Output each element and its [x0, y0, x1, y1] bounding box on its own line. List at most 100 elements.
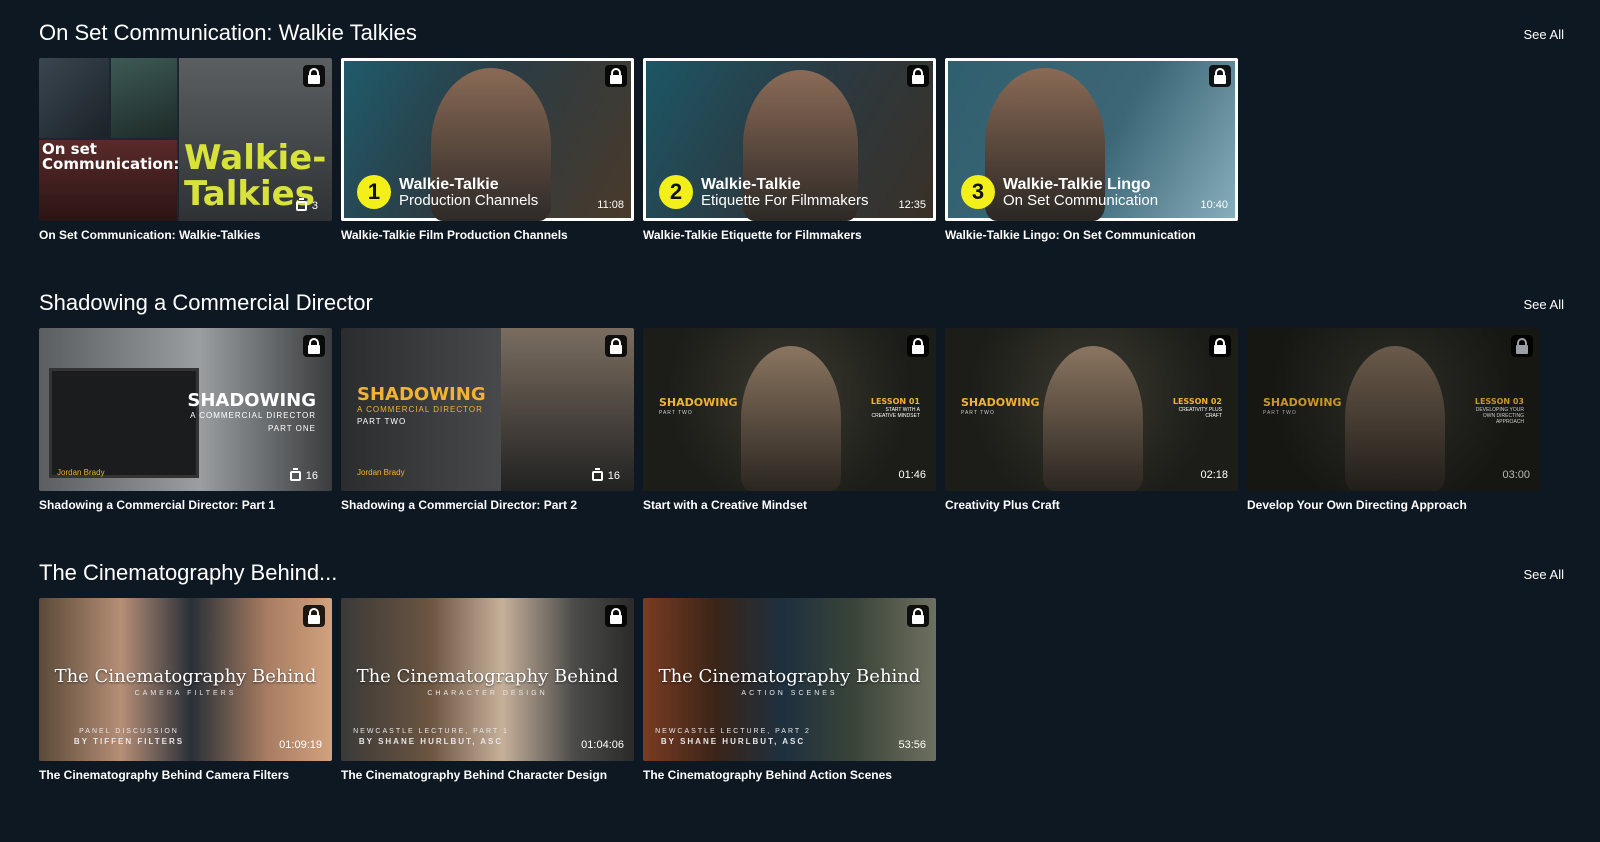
card-title[interactable]: Develop Your Own Directing Approach: [1247, 498, 1540, 512]
video-card[interactable]: SHADOWING PART TWO LESSON 03 DEVELOPING …: [1247, 328, 1540, 512]
lock-icon: [303, 335, 325, 357]
see-all-link[interactable]: See All: [1524, 27, 1564, 42]
lesson-count: 3: [295, 198, 318, 212]
card-title[interactable]: Shadowing a Commercial Director: Part 1: [39, 498, 332, 512]
count-value: 16: [305, 470, 318, 482]
monitor-shape: [49, 368, 199, 478]
duration: 01:04:06: [581, 739, 624, 751]
episode-caption: Walkie-Talkie Production Channels: [399, 177, 538, 209]
card-title[interactable]: On Set Communication: Walkie-Talkies: [39, 228, 332, 242]
lock-icon: [907, 65, 929, 87]
thumbnail[interactable]: SHADOWING A COMMERCIAL DIRECTOR PART ONE…: [39, 328, 332, 491]
duration: 02:18: [1200, 469, 1228, 481]
course-card[interactable]: SHADOWING A COMMERCIAL DIRECTOR PART ONE…: [39, 328, 332, 512]
card-title[interactable]: Walkie-Talkie Etiquette for Filmmakers: [643, 228, 936, 242]
presenter-figure: [1345, 346, 1445, 491]
thumbnail[interactable]: SHADOWING PART TWO LESSON 02 CREATIVITY …: [945, 328, 1238, 491]
video-card[interactable]: 2 Walkie-Talkie Etiquette For Filmmakers…: [643, 58, 936, 242]
overlay-text: LESSON 01: [870, 397, 920, 406]
row-cinematography-behind: The Cinematography Behind... See All The…: [39, 560, 1564, 782]
card-title[interactable]: The Cinematography Behind Character Desi…: [341, 768, 634, 782]
duration: 01:09:19: [279, 739, 322, 751]
overlay-caption: NEWCASTLE LECTURE, PART 2: [655, 728, 811, 735]
episode-caption-line1: Walkie-Talkie: [701, 176, 801, 193]
presenter-figure: [741, 346, 841, 491]
stack-icon: [591, 468, 603, 481]
lock-icon: [907, 605, 929, 627]
video-card[interactable]: SHADOWING PART TWO LESSON 01 START WITH …: [643, 328, 936, 512]
overlay-text: PART TWO: [961, 410, 995, 416]
stack-icon: [289, 468, 301, 481]
overlay-text: LESSON 02: [1172, 397, 1222, 406]
lock-icon: [907, 335, 929, 357]
overlay-byline: BY SHANE HURLBUT, ASC: [358, 737, 504, 746]
overlay-text: Jordan Brady: [357, 468, 405, 477]
overlay-text: PART TWO: [659, 410, 693, 416]
episode-number-badge: 1: [357, 175, 391, 209]
card-title[interactable]: Walkie-Talkie Film Production Channels: [341, 228, 634, 242]
card-row: SHADOWING A COMMERCIAL DIRECTOR PART ONE…: [39, 328, 1564, 528]
lock-icon: [303, 65, 325, 87]
duration: 53:56: [898, 739, 926, 751]
overlay-text: PART ONE: [267, 424, 316, 433]
video-card[interactable]: 3 Walkie-Talkie Lingo On Set Communicati…: [945, 58, 1238, 242]
episode-caption: Walkie-Talkie Etiquette For Filmmakers: [701, 177, 869, 209]
card-title[interactable]: Walkie-Talkie Lingo: On Set Communicatio…: [945, 228, 1238, 242]
video-card[interactable]: 1 Walkie-Talkie Production Channels 11:0…: [341, 58, 634, 242]
video-card[interactable]: The Cinematography Behind CHARACTER DESI…: [341, 598, 634, 782]
card-title[interactable]: Start with a Creative Mindset: [643, 498, 936, 512]
photo-tile: [39, 58, 109, 138]
thumbnail[interactable]: SHADOWING A COMMERCIAL DIRECTOR PART TWO…: [341, 328, 634, 491]
card-title[interactable]: The Cinematography Behind Camera Filters: [39, 768, 332, 782]
see-all-link[interactable]: See All: [1524, 297, 1564, 312]
overlay-byline: BY SHANE HURLBUT, ASC: [660, 737, 806, 746]
overlay-subtitle: CAMERA FILTERS: [134, 690, 237, 697]
video-card[interactable]: The Cinematography Behind ACTION SCENES …: [643, 598, 936, 782]
overlay-text: Jordan Brady: [57, 468, 105, 477]
episode-caption-line2: Etiquette For Filmmakers: [701, 192, 869, 209]
course-card[interactable]: SHADOWING A COMMERCIAL DIRECTOR PART TWO…: [341, 328, 634, 512]
row-walkie-talkies: On Set Communication: Walkie Talkies See…: [39, 20, 1564, 242]
card-title[interactable]: Creativity Plus Craft: [945, 498, 1238, 512]
overlay-text: SHADOWING: [961, 396, 1040, 409]
card-title[interactable]: The Cinematography Behind Action Scenes: [643, 768, 936, 782]
episode-caption-line2: Production Channels: [399, 192, 539, 209]
see-all-link[interactable]: See All: [1524, 567, 1564, 582]
photo-tile: [111, 58, 177, 138]
card-row: The Cinematography Behind CAMERA FILTERS…: [39, 598, 1564, 798]
row-header: The Cinematography Behind... See All: [39, 560, 1564, 600]
thumbnail[interactable]: 2 Walkie-Talkie Etiquette For Filmmakers…: [643, 58, 936, 221]
overlay-caption: PANEL DISCUSSION: [79, 728, 179, 735]
duration: 10:40: [1200, 199, 1228, 211]
thumbnail[interactable]: On set Communication: Walkie- Talkies 3: [39, 58, 332, 221]
card-title[interactable]: Shadowing a Commercial Director: Part 2: [341, 498, 634, 512]
duration: 01:46: [898, 469, 926, 481]
thumbnail[interactable]: 1 Walkie-Talkie Production Channels 11:0…: [341, 58, 634, 221]
card-row: On set Communication: Walkie- Talkies 3 …: [39, 58, 1564, 258]
thumbnail[interactable]: The Cinematography Behind CHARACTER DESI…: [341, 598, 634, 761]
row-header: Shadowing a Commercial Director See All: [39, 290, 1564, 330]
episode-caption-line2: On Set Communication: [1003, 192, 1159, 209]
video-card[interactable]: SHADOWING PART TWO LESSON 02 CREATIVITY …: [945, 328, 1238, 512]
overlay-text: START WITH A CREATIVE MINDSET: [871, 407, 920, 419]
presenter-figure: [1043, 346, 1143, 491]
video-card[interactable]: The Cinematography Behind CAMERA FILTERS…: [39, 598, 332, 782]
episode-caption: Walkie-Talkie Lingo On Set Communication: [1003, 177, 1158, 209]
count-value: 16: [607, 470, 620, 482]
overlay-byline: BY TIFFEN FILTERS: [73, 737, 185, 746]
overlay-title: The Cinematography Behind: [54, 666, 317, 687]
lock-icon: [1209, 335, 1231, 357]
thumbnail[interactable]: The Cinematography Behind CAMERA FILTERS…: [39, 598, 332, 761]
overlay-text: Communication:: [42, 155, 180, 173]
lock-icon: [605, 335, 627, 357]
thumbnail[interactable]: SHADOWING PART TWO LESSON 01 START WITH …: [643, 328, 936, 491]
course-card[interactable]: On set Communication: Walkie- Talkies 3 …: [39, 58, 332, 242]
episode-number-badge: 3: [961, 175, 995, 209]
thumbnail[interactable]: The Cinematography Behind ACTION SCENES …: [643, 598, 936, 761]
thumbnail[interactable]: SHADOWING PART TWO LESSON 03 DEVELOPING …: [1247, 328, 1540, 491]
row-shadowing-director: Shadowing a Commercial Director See All …: [39, 290, 1564, 512]
row-title: On Set Communication: Walkie Talkies: [39, 20, 417, 45]
row-header: On Set Communication: Walkie Talkies See…: [39, 20, 1564, 60]
thumbnail[interactable]: 3 Walkie-Talkie Lingo On Set Communicati…: [945, 58, 1238, 221]
row-title: The Cinematography Behind...: [39, 560, 338, 585]
